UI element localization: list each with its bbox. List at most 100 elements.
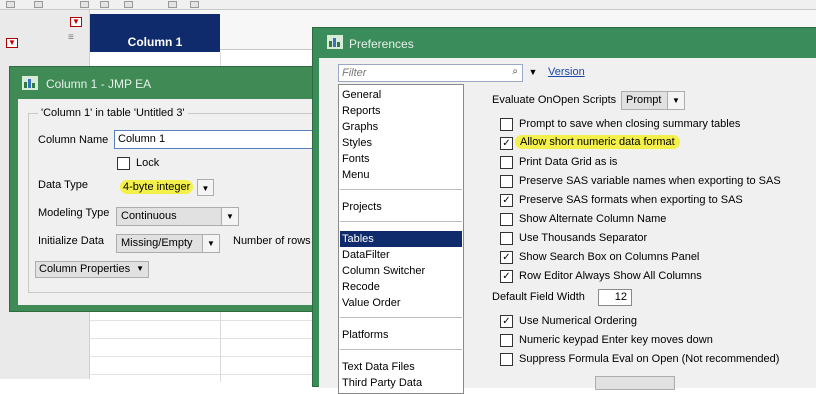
option-checkbox[interactable]: ✓ <box>500 137 513 150</box>
preferences-body: Filter ⌕ ▼ Version General Reports Graph… <box>319 58 816 394</box>
data-type-value: 4-byte integer <box>120 180 194 194</box>
option-label: Row Editor Always Show All Columns <box>519 270 702 282</box>
column-name-label: Column Name <box>38 134 109 146</box>
evaluate-onopen-select[interactable]: Prompt ▼ <box>621 91 685 110</box>
option-label-highlighted: Allow short numeric data format <box>515 135 680 149</box>
grid-line <box>90 338 316 339</box>
chevron-down-icon[interactable]: ▼ <box>221 208 238 225</box>
category-list[interactable]: General Reports Graphs Styles Fonts Menu… <box>338 84 464 394</box>
category-separator <box>340 317 462 318</box>
option-label: Print Data Grid as is <box>519 156 618 168</box>
toolbar-button[interactable] <box>6 1 15 8</box>
initialize-data-label: Initialize Data <box>38 235 105 247</box>
option-checkbox[interactable]: ✓ <box>500 270 513 283</box>
option-label: Show Alternate Column Name <box>519 213 667 225</box>
lock-checkbox[interactable] <box>117 157 130 170</box>
toolbar-button[interactable] <box>100 1 109 8</box>
grid-line <box>90 374 316 375</box>
option-checkbox[interactable] <box>500 232 513 245</box>
grid-line <box>90 356 316 357</box>
option-label: Preserve SAS formats when exporting to S… <box>519 194 743 206</box>
modeling-type-select[interactable]: Continuous ▼ <box>116 207 239 226</box>
data-type-select[interactable]: 4-byte integer ▼ <box>116 179 214 198</box>
option-checkbox[interactable] <box>500 213 513 226</box>
toolbar-button[interactable] <box>190 1 199 8</box>
category-projects[interactable]: Projects <box>340 199 462 215</box>
category-datafilter[interactable]: DataFilter <box>340 247 462 263</box>
category-graphs[interactable]: Graphs <box>340 119 462 135</box>
category-tables[interactable]: Tables <box>340 231 462 247</box>
chevron-down-icon[interactable]: ▼ <box>197 179 214 196</box>
evaluate-onopen-label: Evaluate OnOpen Scripts <box>492 94 617 106</box>
lock-label: Lock <box>136 157 160 169</box>
option-checkbox[interactable]: ✓ <box>500 251 513 264</box>
column-dialog-titlebar[interactable]: Column 1 - JMP EA <box>10 67 328 99</box>
evaluate-onopen-value: Prompt <box>626 94 662 106</box>
category-platforms[interactable]: Platforms <box>340 327 462 343</box>
chevron-down-icon[interactable]: ▼ <box>202 235 219 252</box>
category-fonts[interactable]: Fonts <box>340 151 462 167</box>
option-label: Use Thousands Separator <box>519 232 648 244</box>
column-properties-label: Column Properties <box>39 263 131 275</box>
default-field-width-label: Default Field Width <box>492 291 585 303</box>
column-dialog-body: 'Column 1' in table 'Untitled 3' Column … <box>18 99 328 305</box>
category-separator <box>340 221 462 222</box>
filter-input[interactable]: Filter ⌕ <box>338 64 523 82</box>
toolbar-button[interactable] <box>168 1 177 8</box>
column-properties-button[interactable]: Column Properties ▼ <box>35 261 149 278</box>
toolbar-button[interactable] <box>124 1 133 8</box>
jmp-app-icon <box>327 35 343 49</box>
category-styles[interactable]: Styles <box>340 135 462 151</box>
option-checkbox[interactable] <box>500 353 513 366</box>
rows-menu-triangle-icon[interactable]: ▼ <box>6 38 18 48</box>
category-reports[interactable]: Reports <box>340 103 462 119</box>
category-recode[interactable]: Recode <box>340 279 462 295</box>
filter-dropdown-icon[interactable]: ▼ <box>526 64 540 80</box>
option-checkbox[interactable] <box>500 334 513 347</box>
category-text-data-files[interactable]: Text Data Files <box>340 359 462 375</box>
column-1-header[interactable]: Column 1 <box>90 14 220 52</box>
option-label: Numeric keypad Enter key moves down <box>519 334 713 346</box>
table-toolbar <box>0 0 816 10</box>
option-checkbox[interactable] <box>500 175 513 188</box>
header-lines-icon: ≡ <box>68 32 74 43</box>
preferences-title: Preferences <box>349 37 414 51</box>
category-value-order[interactable]: Value Order <box>340 295 462 311</box>
partial-select[interactable] <box>595 376 675 390</box>
option-label: Show Search Box on Columns Panel <box>519 251 700 263</box>
category-column-switcher[interactable]: Column Switcher <box>340 263 462 279</box>
initialize-data-value: Missing/Empty <box>121 237 193 249</box>
column-dialog: Column 1 - JMP EA 'Column 1' in table 'U… <box>9 66 329 312</box>
option-label: Prompt to save when closing summary tabl… <box>519 118 741 130</box>
option-checkbox[interactable]: ✓ <box>500 315 513 328</box>
option-checkbox[interactable] <box>500 118 513 131</box>
category-separator <box>340 189 462 190</box>
number-of-rows-label: Number of rows <box>233 235 311 247</box>
filter-placeholder: Filter <box>342 67 367 79</box>
category-third-party-data[interactable]: Third Party Data <box>340 375 462 391</box>
modeling-type-label: Modeling Type <box>38 207 110 219</box>
version-link[interactable]: Version <box>548 66 585 78</box>
option-label: Use Numerical Ordering <box>519 315 637 327</box>
column-name-field[interactable]: Column 1 <box>114 130 324 149</box>
category-general[interactable]: General <box>340 87 462 103</box>
category-separator <box>340 349 462 350</box>
default-field-width-input[interactable]: 12 <box>598 289 632 306</box>
preferences-dialog: Preferences Filter ⌕ ▼ Version General R… <box>312 27 816 394</box>
search-icon: ⌕ <box>512 66 518 77</box>
columns-menu-triangle-icon[interactable]: ▼ <box>70 17 82 27</box>
chevron-down-icon: ▼ <box>136 264 144 273</box>
option-checkbox[interactable] <box>500 156 513 169</box>
option-label: Suppress Formula Eval on Open (Not recom… <box>519 353 780 365</box>
toolbar-button[interactable] <box>80 1 89 8</box>
column-dialog-title: Column 1 - JMP EA <box>46 77 152 91</box>
grid-line <box>90 320 316 321</box>
modeling-type-value: Continuous <box>121 210 177 222</box>
option-label: Preserve SAS variable names when exporti… <box>519 175 781 187</box>
toolbar-button[interactable] <box>34 1 43 8</box>
category-menu[interactable]: Menu <box>340 167 462 183</box>
option-checkbox[interactable]: ✓ <box>500 194 513 207</box>
chevron-down-icon[interactable]: ▼ <box>667 92 684 109</box>
column-info-caption: 'Column 1' in table 'Untitled 3' <box>38 107 188 119</box>
initialize-data-select[interactable]: Missing/Empty ▼ <box>116 234 220 253</box>
